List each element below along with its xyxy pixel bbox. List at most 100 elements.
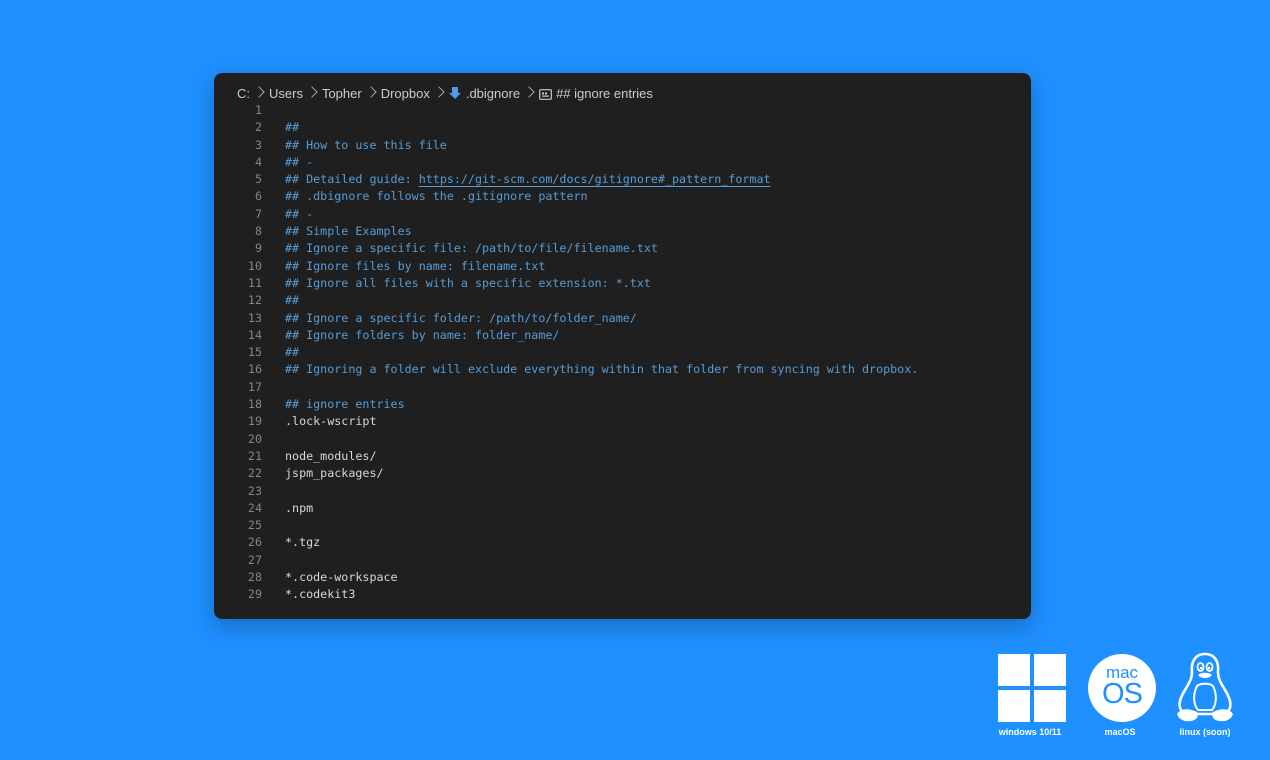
code-line[interactable]: 11 ## Ignore all files with a specific ex… [214, 275, 1031, 292]
line-number: 26 [247, 535, 262, 550]
line-number: 27 [247, 552, 262, 567]
line-number: 19 [247, 414, 262, 429]
code-line[interactable]: 3 ## How to use this file [214, 137, 1031, 154]
macos-logo-icon: mac OS [1088, 654, 1156, 722]
code-line[interactable]: 22 jspm_packages/ [214, 465, 1031, 482]
line-text: ## Simple Examples [285, 224, 412, 239]
line-text: node_modules/ [285, 448, 377, 463]
code-line[interactable]: 8 ## Simple Examples [214, 223, 1031, 240]
line-text: .lock-wscript [285, 414, 377, 429]
line-number: 22 [247, 466, 262, 481]
chevron-right-icon [365, 86, 377, 98]
line-text: ## Ignore files by name: filename.txt [285, 258, 546, 273]
line-text: *.code-workspace [285, 570, 398, 585]
line-number: 2 [254, 120, 262, 135]
code-line[interactable]: 23 [214, 483, 1031, 500]
line-number: 29 [247, 587, 262, 602]
breadcrumb-topher[interactable]: Topher [322, 86, 362, 101]
line-text: ## - [285, 154, 314, 169]
macos-logo-bottom: OS [1102, 678, 1143, 710]
code-line[interactable]: 9 ## Ignore a specific file: /path/to/fil… [214, 240, 1031, 257]
code-line[interactable]: 24 .npm [214, 500, 1031, 517]
breadcrumb-symbol[interactable]: ## ignore entries [556, 86, 653, 101]
line-number: 5 [254, 172, 262, 187]
line-text: ## Ignore a specific folder: /path/to/fo… [285, 310, 637, 325]
breadcrumb: C: Users Topher Dropbox .dbignore ## ign… [237, 84, 653, 102]
code-line[interactable]: 28 *.code-workspace [214, 569, 1031, 586]
line-text: ## .dbignore follows the .gitignore patt… [285, 189, 588, 204]
code-line[interactable]: 2 ## [214, 119, 1031, 136]
line-number: 8 [254, 224, 262, 239]
line-number: 13 [247, 310, 262, 325]
chevron-right-icon [523, 86, 535, 98]
code-line[interactable]: 12 ## [214, 292, 1031, 309]
line-number: 25 [247, 518, 262, 533]
code-line[interactable]: 21 node_modules/ [214, 448, 1031, 465]
line-text: ## ignore entries [285, 397, 405, 412]
symbol-string-icon [539, 88, 552, 100]
code-line[interactable]: 4 ## - [214, 154, 1031, 171]
line-text: ## Detailed guide: [285, 172, 419, 187]
line-number: 23 [247, 483, 262, 498]
line-number: 16 [247, 362, 262, 377]
chevron-right-icon [253, 86, 265, 98]
windows-label: windows 10/11 [998, 727, 1062, 737]
line-text: *.tgz [285, 535, 321, 550]
line-number: 1 [254, 103, 262, 117]
line-text: ## Ignore a specific file: /path/to/file… [285, 241, 658, 256]
line-text: ## Ignore folders by name: folder_name/ [285, 327, 560, 342]
line-link[interactable]: https://git-scm.com/docs/gitignore#_patt… [419, 171, 771, 188]
chevron-right-icon [433, 86, 445, 98]
line-number: 20 [247, 431, 262, 446]
line-text: ## [285, 293, 300, 308]
code-line[interactable]: 6 ## .dbignore follows the .gitignore pat… [214, 188, 1031, 205]
linux-label: linux (soon) [1179, 727, 1231, 737]
code-area[interactable]: 1 2 ## 3 ## How to use this file 4 ## -5 ## Det… [214, 102, 1031, 604]
code-line[interactable]: 25 [214, 517, 1031, 534]
code-line[interactable]: 7 ## - [214, 206, 1031, 223]
code-line[interactable]: 15 ## [214, 344, 1031, 361]
code-line[interactable]: 13 ## Ignore a specific folder: /path/to/… [214, 310, 1031, 327]
line-number: 14 [247, 327, 262, 342]
breadcrumb-file[interactable]: .dbignore [466, 86, 520, 101]
line-text: *.codekit3 [285, 587, 356, 602]
code-line[interactable]: 26 *.tgz [214, 534, 1031, 551]
file-arrow-icon [448, 86, 461, 100]
line-text: .npm [285, 500, 314, 515]
line-number: 12 [247, 293, 262, 308]
tux-penguin-icon [1177, 652, 1233, 722]
code-line[interactable]: 20 [214, 431, 1031, 448]
code-line[interactable]: 16 ## Ignoring a folder will exclude ever… [214, 361, 1031, 378]
code-line[interactable]: 1 [214, 102, 1031, 119]
line-number: 7 [254, 206, 262, 221]
code-line[interactable]: 17 [214, 379, 1031, 396]
macos-label: macOS [1104, 727, 1136, 737]
line-number: 4 [254, 154, 262, 169]
line-text: ## How to use this file [285, 137, 447, 152]
line-number: 18 [247, 397, 262, 412]
code-line[interactable]: 14 ## Ignore folders by name: folder_name… [214, 327, 1031, 344]
code-line[interactable]: 27 [214, 552, 1031, 569]
code-line[interactable]: 29 *.codekit3 [214, 586, 1031, 603]
line-number: 17 [247, 379, 262, 394]
line-text: ## [285, 345, 300, 360]
line-number: 28 [247, 570, 262, 585]
code-line[interactable]: 10 ## Ignore files by name: filename.txt [214, 258, 1031, 275]
line-text: ## Ignoring a folder will exclude everyt… [285, 362, 919, 377]
line-text: ## - [285, 206, 314, 221]
breadcrumb-drive[interactable]: C: [237, 86, 250, 101]
breadcrumb-dropbox[interactable]: Dropbox [381, 86, 430, 101]
line-text: ## Ignore all files with a specific exte… [285, 275, 651, 290]
code-editor-window: C: Users Topher Dropbox .dbignore ## ign… [214, 73, 1031, 619]
code-line[interactable]: 5 ## Detailed guide: https://git-scm.com/… [214, 171, 1031, 188]
line-number: 21 [247, 448, 262, 463]
windows-logo-icon [998, 654, 1066, 722]
code-line[interactable]: 18 ## ignore entries [214, 396, 1031, 413]
os-badges: windows 10/11 mac OS macOS linux (soon) [990, 650, 1250, 745]
line-number: 6 [254, 189, 262, 204]
breadcrumb-users[interactable]: Users [269, 86, 303, 101]
code-line[interactable]: 19 .lock-wscript [214, 413, 1031, 430]
line-number: 24 [247, 500, 262, 515]
line-number: 9 [254, 241, 262, 256]
line-text: ## [285, 120, 300, 135]
